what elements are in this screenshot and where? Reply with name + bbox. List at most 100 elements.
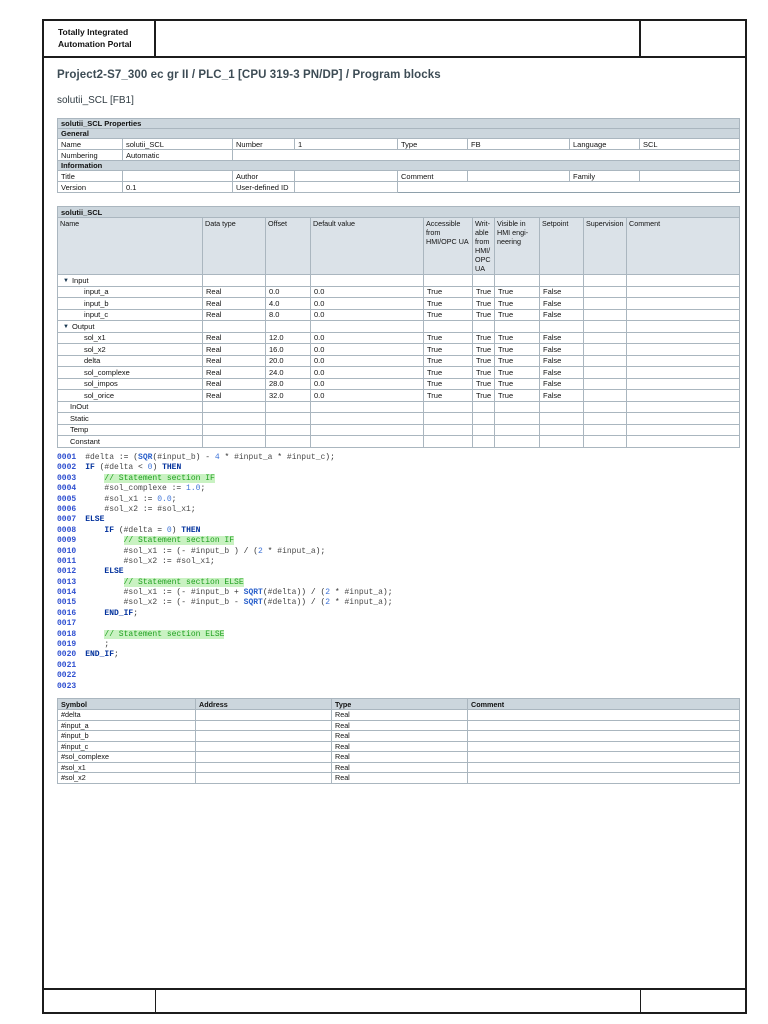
variable-name-cell: sol_complexe: [57, 366, 203, 379]
variable-cell-accessible: [423, 412, 473, 425]
code-line: 0005 #sol_x1 := 0.0;: [57, 495, 393, 505]
tia-portal-logo: Totally Integrated Automation Portal: [44, 21, 156, 56]
variable-cell-visible: True: [494, 285, 540, 298]
variable-row: sol_complexe Real 24.0 0.0 True True True False: [57, 366, 741, 379]
interface-variable-table: solutii_SCL Name Data type Offset Default v…: [56, 206, 741, 448]
version-value: 0.1: [122, 181, 233, 193]
code-line: 0017: [57, 619, 393, 629]
document-page: Totally Integrated Automation Portal Pro…: [0, 0, 768, 1024]
variable-name: Static: [70, 413, 89, 423]
properties-table-title: solutii_SCL Properties: [56, 118, 741, 129]
variable-cell-data-type: Real: [202, 297, 266, 310]
line-number: 0014: [57, 588, 77, 598]
symbol-cell: #input_a: [57, 719, 196, 731]
variable-cell-setpoint: False: [539, 331, 584, 344]
line-number: 0006: [57, 504, 77, 514]
code-token: +: [229, 588, 244, 598]
variable-cell-accessible: True: [423, 285, 473, 298]
line-number: 0023: [57, 681, 77, 691]
code-line: 0021: [57, 661, 393, 671]
variable-name-cell: ▼ Output: [57, 320, 203, 333]
symbol-cell: #delta: [57, 709, 196, 721]
variable-name-cell: input_b: [57, 297, 203, 310]
variable-cell-comment: [625, 400, 741, 413]
code-token: #input_a: [344, 598, 383, 608]
family-label: Family: [569, 170, 640, 182]
symbol-cell: #sol_x1: [57, 761, 196, 773]
code-token: // Statement section ELSE: [123, 577, 244, 587]
variable-cell-comment: [625, 423, 741, 436]
symbol-row: #sol_x2 Real: [57, 772, 740, 784]
page-header: Totally Integrated Automation Portal: [44, 21, 745, 58]
line-number: 0012: [57, 567, 77, 577]
symbol-row: #sol_x1 Real: [57, 761, 740, 773]
author-value: [294, 170, 398, 182]
code-token: // Statement section ELSE: [104, 629, 225, 639]
code-token: ;: [114, 650, 119, 660]
scl-code-block: 0001 #delta := (SQR(#input_b) - 4 * #inpu…: [57, 453, 393, 692]
code-token: #delta: [104, 463, 134, 473]
code-token: END_IF: [85, 650, 115, 660]
variable-cell-supervision: [583, 297, 627, 310]
variable-cell-supervision: [583, 308, 627, 321]
code-token: #input_b: [190, 598, 230, 608]
code-token: #input_a: [234, 453, 273, 462]
code-token: IF: [85, 463, 95, 473]
symbol-cell: #sol_complexe: [57, 751, 196, 763]
variable-cell-data-type: Real: [202, 285, 266, 298]
symbol-cell: [195, 730, 332, 742]
code-token: #input_a: [344, 588, 383, 598]
variable-cell-writable: [472, 274, 495, 287]
symbol-cell: Real: [331, 730, 468, 742]
variable-cell-visible: True: [494, 389, 540, 402]
footer-left-cell: [44, 990, 156, 1012]
variable-cell-visible: [494, 400, 540, 413]
variable-cell-setpoint: False: [539, 377, 584, 390]
block-name-subtitle: solutii_SCL [FB1]: [57, 95, 134, 106]
variable-cell-accessible: True: [423, 366, 473, 379]
breadcrumb-title: Project2-S7_300 ec gr II / PLC_1 [CPU 31…: [57, 69, 441, 81]
column-header: Accessible from HMI/OPC UA: [423, 217, 473, 275]
collapse-triangle-icon: ▼: [63, 277, 69, 284]
code-token: ) -: [195, 453, 215, 462]
code-line: 0007 ELSE: [57, 515, 393, 525]
variable-cell-comment: [625, 331, 741, 344]
variable-cell-accessible: True: [423, 354, 473, 367]
variable-cell-accessible: [423, 400, 473, 413]
variable-cell-writable: True: [472, 366, 495, 379]
code-line: 0018 // Statement section ELSE: [57, 629, 393, 640]
variable-name-cell: sol_x2: [57, 343, 203, 356]
variable-cell-visible: [494, 274, 540, 287]
code-token: (: [94, 463, 105, 473]
variable-name: sol_complexe: [84, 367, 130, 377]
symbol-cell: Real: [331, 751, 468, 763]
variable-name-cell: delta: [57, 354, 203, 367]
symbol-table: Symbol Address Type Comment #delta Real #inpu…: [57, 698, 740, 784]
code-line: 0008 IF (#delta = 0) THEN: [57, 526, 393, 536]
variable-cell-comment: [625, 354, 741, 367]
variable-cell-default-value: 0.0: [310, 389, 424, 402]
variable-cell-writable: [472, 435, 495, 448]
variable-cell-default-value: 0.0: [310, 366, 424, 379]
variable-cell-data-type: [202, 435, 266, 448]
line-number: 0010: [57, 546, 77, 556]
code-token: #delta: [85, 453, 115, 462]
code-token: ) / (: [229, 546, 259, 556]
variable-cell-visible: True: [494, 331, 540, 344]
variable-cell-supervision: [583, 389, 627, 402]
variable-cell-data-type: [202, 412, 266, 425]
variable-cell-setpoint: [539, 400, 584, 413]
portal-title-line2: Automation Portal: [58, 38, 132, 49]
variable-cell-default-value: [310, 423, 424, 436]
code-token: ELSE: [104, 567, 124, 577]
code-token: := (: [114, 453, 139, 462]
code-line: 0015 #sol_x2 := (- #input_b - SQRT(#delt…: [57, 598, 393, 608]
portal-title-line1: Totally Integrated: [58, 27, 129, 38]
variable-cell-supervision: [583, 400, 627, 413]
code-token: SQRT: [243, 598, 263, 608]
code-token: END_IF: [104, 608, 134, 618]
variable-cell-writable: True: [472, 297, 495, 310]
